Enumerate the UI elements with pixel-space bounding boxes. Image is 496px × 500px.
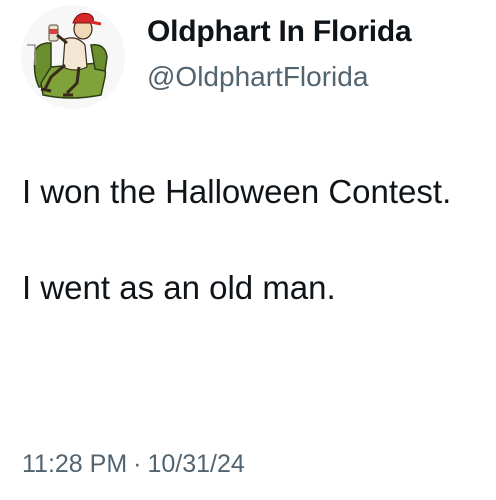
user-handle[interactable]: @OldphartFlorida	[147, 60, 368, 94]
separator: ·	[133, 450, 142, 478]
tweet-body: I won the Halloween Contest. I went as a…	[22, 168, 482, 312]
post-time: 11:28 PM	[22, 450, 128, 478]
avatar[interactable]	[21, 5, 125, 109]
tweet-card: Oldphart In Florida @OldphartFlorida I w…	[0, 0, 496, 500]
display-name[interactable]: Oldphart In Florida	[147, 14, 412, 50]
tweet-line: I won the Halloween Contest.	[22, 173, 452, 210]
post-date: 10/31/24	[147, 450, 245, 478]
timestamp[interactable]: 11:28 PM · 10/31/24	[22, 448, 245, 480]
tweet-line: I went as an old man.	[22, 269, 336, 306]
old-man-armchair-icon	[27, 12, 108, 99]
